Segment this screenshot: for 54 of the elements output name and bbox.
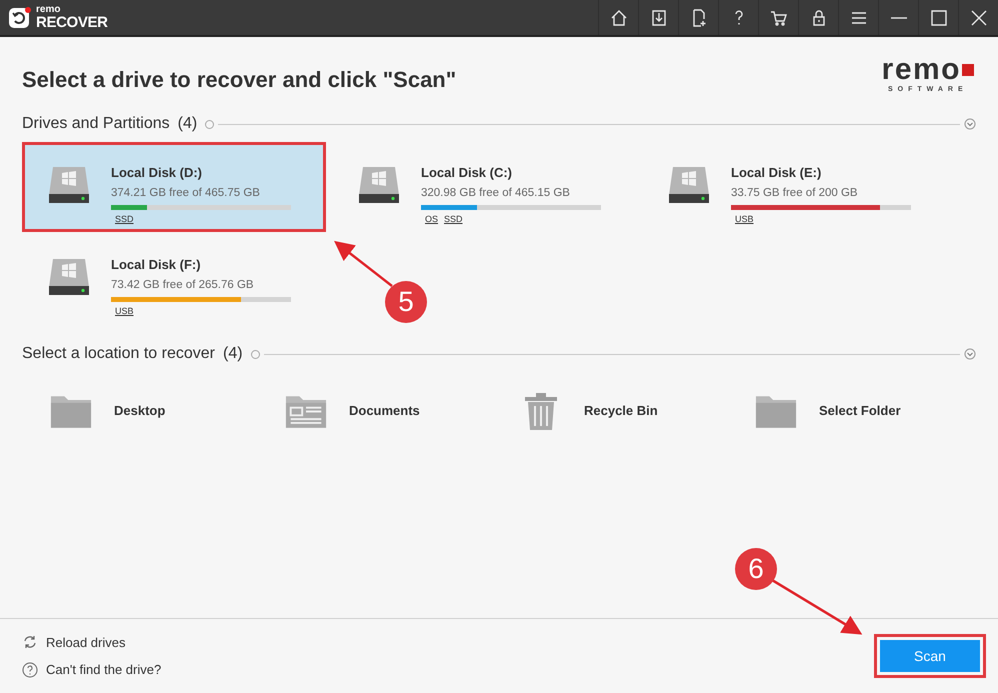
- collapse-icon[interactable]: [964, 348, 976, 360]
- location-item[interactable]: Documents: [285, 388, 520, 434]
- drive-name: Local Disk (E:): [731, 164, 822, 182]
- hard-drive-icon: [47, 257, 91, 297]
- section-marker-icon: [205, 120, 214, 128]
- footer-link[interactable]: Reload drives: [22, 632, 162, 652]
- drive-space: 320.98 GB free of 465.15 GB: [421, 186, 571, 200]
- drive-space: 73.42 GB free of 265.76 GB: [111, 278, 255, 292]
- step-badge: 5: [385, 281, 427, 323]
- drive-tag: OS: [425, 212, 438, 226]
- location-item[interactable]: Select Folder: [755, 388, 990, 434]
- brand-logo: remo: [882, 55, 961, 85]
- section-marker-icon: [250, 350, 260, 358]
- collapse-icon[interactable]: [964, 118, 976, 130]
- footer-link[interactable]: Can't find the drive?: [22, 660, 162, 680]
- drive-tag: USB: [735, 212, 754, 226]
- trash-bin-icon: [523, 391, 559, 431]
- drive-tag: USB: [115, 304, 134, 318]
- page-heading: Select a drive to recover and click "Scan": [22, 66, 456, 94]
- drive-name: Local Disk (F:): [111, 256, 202, 274]
- drive-card[interactable]: Local Disk (E:) 33.75 GB free of 200 GB USB: [642, 142, 946, 232]
- section-count: (4): [223, 344, 243, 364]
- location-item[interactable]: Desktop: [50, 388, 285, 434]
- logo-square-icon: [962, 63, 974, 77]
- location-item[interactable]: Recycle Bin: [520, 388, 755, 434]
- section-title: Select a location to recover: [22, 344, 215, 364]
- logo-icon: [8, 6, 32, 30]
- drive-card[interactable]: Local Disk (F:) 73.42 GB free of 265.76 GB USB: [22, 234, 326, 324]
- app-logo-small: remo: [36, 5, 62, 15]
- drive-space: 374.21 GB free of 465.75 GB: [111, 186, 261, 200]
- step-badge: 6: [735, 548, 777, 590]
- drive-card[interactable]: Local Disk (D:) 374.21 GB free of 465.75 GB SSD: [22, 142, 326, 232]
- drive-tag: SSD: [115, 212, 134, 226]
- help-icon: [22, 662, 38, 678]
- minimize-icon: [888, 16, 908, 18]
- drive-name: Local Disk (D:): [111, 164, 204, 182]
- hard-drive-icon: [47, 165, 91, 205]
- folder-icon: [755, 394, 797, 428]
- reload-icon: [22, 634, 38, 650]
- maximize-icon: [928, 8, 948, 28]
- drive-card[interactable]: Local Disk (C:) 320.98 GB free of 465.15 GB OS SSD: [332, 142, 636, 232]
- drive-space: 33.75 GB free of 200 GB: [731, 186, 859, 200]
- folder-icon: [50, 394, 92, 428]
- app-logo-name: RECOVER: [36, 15, 108, 30]
- hard-drive-icon: [667, 165, 711, 205]
- close-icon: [968, 8, 988, 28]
- hard-drive-icon: [357, 165, 401, 205]
- home-icon: [608, 8, 628, 28]
- section-title: Drives and Partitions: [22, 114, 170, 134]
- section-count: (4): [178, 114, 198, 134]
- drive-tag: SSD: [444, 212, 463, 226]
- annotation-arrow: [334, 240, 393, 287]
- drive-name: Local Disk (C:): [421, 164, 514, 182]
- document-folder-icon: [285, 394, 327, 428]
